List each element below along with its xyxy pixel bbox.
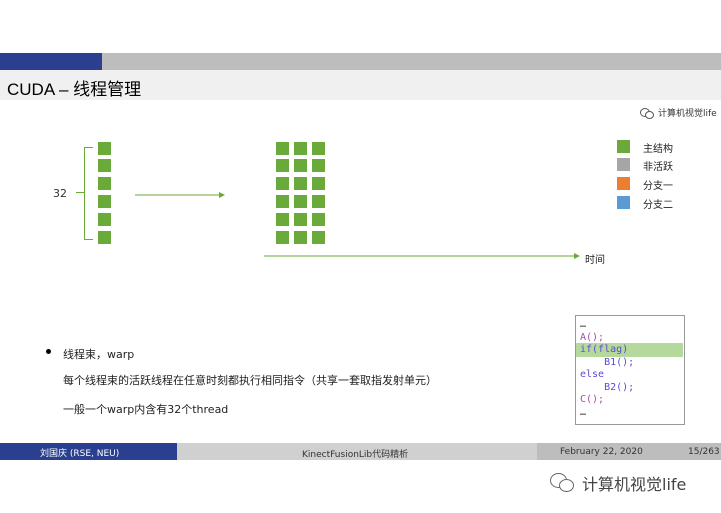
transform-arrowhead (219, 192, 225, 198)
thread-square (312, 177, 325, 190)
bullet-dot (46, 349, 51, 354)
thread-square (294, 142, 307, 155)
thread-square (312, 195, 325, 208)
code-line: A(); (580, 331, 605, 343)
legend-label: 非活跃 (643, 162, 673, 173)
thread-square (294, 213, 307, 226)
thread-square (312, 213, 325, 226)
diagram-arrows (135, 192, 580, 259)
footer-author: 刘国庆 (RSE, NEU) (40, 449, 120, 459)
legend-swatch (617, 158, 630, 171)
thread-square (276, 231, 289, 244)
legend-label: 主结构 (643, 144, 673, 155)
code-line: … (580, 319, 587, 330)
footer-date: February 22, 2020 (560, 447, 643, 457)
code-line: B2(); (580, 381, 635, 393)
time-axis-label: 时间 (585, 255, 605, 266)
bullet-line-2: 一般一个warp内含有32个thread (63, 403, 229, 416)
wechat-icon (550, 473, 576, 493)
thread-square (276, 195, 289, 208)
bullet-line-1: 每个线程束的活跃线程在任意时刻都执行相同指令（共享一套取指发射单元） (63, 374, 437, 387)
code-line: if(flag) (580, 344, 629, 355)
legend-swatch (617, 177, 630, 190)
legend-label: 分支一 (643, 181, 673, 192)
code-line: else (580, 369, 605, 380)
legend-swatch (617, 196, 630, 209)
footer-topic: KinectFusionLib代码精析 (302, 450, 409, 460)
thread-square (312, 159, 325, 172)
thread-square (312, 142, 325, 155)
watermark-bottom: 计算机视觉life (550, 471, 686, 495)
code-line: B1(); (580, 356, 635, 368)
thread-square (294, 159, 307, 172)
time-arrowhead (574, 253, 580, 259)
thread-square (294, 177, 307, 190)
thread-square (276, 213, 289, 226)
code-line: … (580, 406, 587, 418)
code-line: C(); (580, 394, 605, 405)
thread-square (294, 195, 307, 208)
thread-square (276, 159, 289, 172)
watermark-bottom-text: 计算机视觉life (582, 475, 687, 494)
thread-square (276, 177, 289, 190)
legend-swatch (617, 140, 630, 153)
thread-square (276, 142, 289, 155)
thread-square (312, 231, 325, 244)
footer-page-number: 15/263 (688, 447, 720, 457)
legend-label: 分支二 (643, 200, 673, 211)
bullet-title: 线程束，warp (63, 348, 135, 361)
thread-square (294, 231, 307, 244)
